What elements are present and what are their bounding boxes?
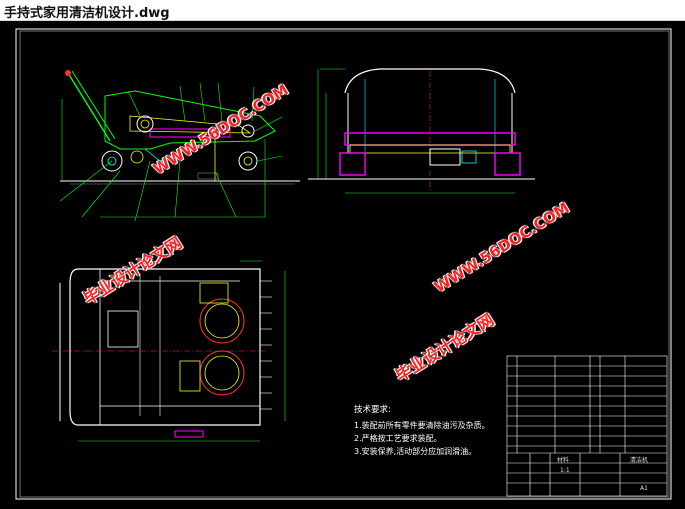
handle-grip-icon: [65, 70, 71, 76]
requirement-item: 3.安装保养,活动部分应加润滑油。: [354, 447, 477, 456]
title-block-drawing-name: 清洁机: [630, 457, 649, 464]
cad-drawing: [15, 28, 672, 500]
window-title: 手持式家用清洁机设计.dwg: [4, 6, 170, 21]
technical-requirements-heading: 技术要求:: [354, 405, 391, 415]
sheet-border: [15, 28, 672, 500]
title-block-material: 材料: [557, 457, 570, 464]
requirement-item: 2.严格按工艺要求装配。: [354, 434, 442, 443]
title-block-sheet: A1: [640, 485, 648, 492]
window-titlebar: 手持式家用清洁机设计.dwg: [0, 0, 685, 21]
technical-requirements: 技术要求: 1.装配前所有零件要清除油污及杂质。 2.严格按工艺要求装配。 3.…: [354, 404, 490, 458]
title-block-scale: 1:1: [560, 467, 570, 474]
side-view: [308, 68, 535, 194]
requirement-item: 1.装配前所有零件要清除油污及杂质。: [354, 421, 490, 430]
cad-drawing-canvas[interactable]: 技术要求: 1.装配前所有零件要清除油污及杂质。 2.严格按工艺要求装配。 3.…: [0, 21, 685, 509]
title-block: [506, 355, 668, 497]
